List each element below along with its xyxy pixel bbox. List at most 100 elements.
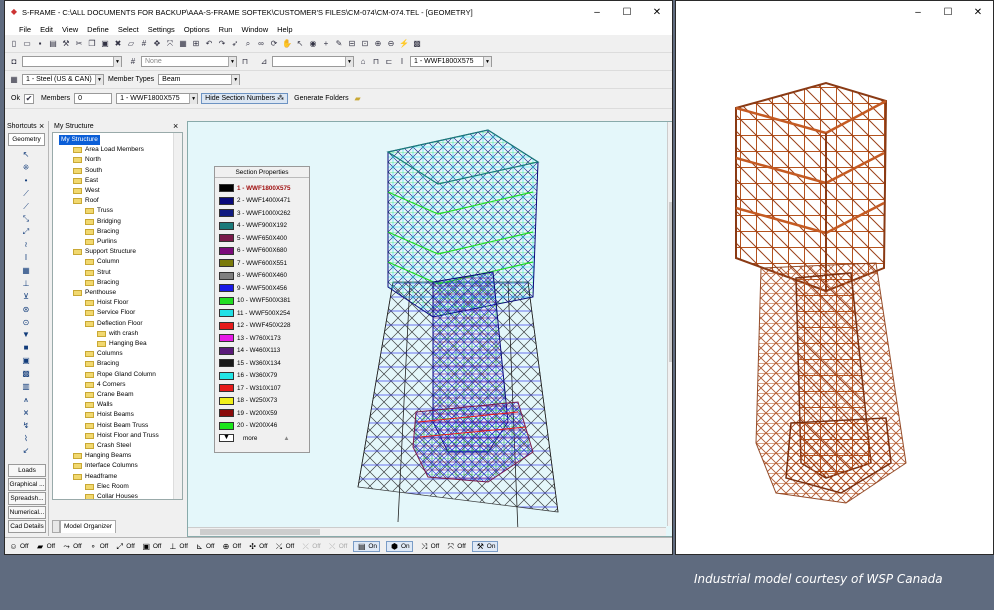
delete-icon[interactable]: ✖ xyxy=(113,39,123,49)
section-legend-item[interactable]: 9 - WWF500X456 xyxy=(219,283,287,293)
menu-window[interactable]: Window xyxy=(241,25,268,34)
geometry-button[interactable]: Geometry xyxy=(8,133,45,146)
tree-folder[interactable]: North xyxy=(73,155,101,165)
analyze-icon[interactable]: ⚡ xyxy=(399,39,409,49)
tree-folder[interactable]: 4 Corners xyxy=(85,380,126,390)
add-node-icon[interactable]: + xyxy=(321,39,331,49)
status-toggle[interactable]: ✣ Off xyxy=(247,542,267,551)
members-field[interactable]: 0 xyxy=(74,93,113,104)
tree-folder[interactable]: Crash Steel xyxy=(85,441,131,451)
zoom-icon[interactable]: ⌕ xyxy=(243,39,253,49)
tree-scrollbar[interactable] xyxy=(173,133,182,499)
node-icon[interactable]: • xyxy=(21,175,31,187)
fixed-support-icon[interactable]: ⊻ xyxy=(21,291,31,303)
cable-icon[interactable]: ⩙ xyxy=(21,407,31,419)
status-toggle[interactable]: ⊕ Off xyxy=(221,542,241,551)
ok-label[interactable]: Ok xyxy=(11,95,20,102)
menu-select[interactable]: Select xyxy=(118,25,139,34)
tree-folder[interactable]: Collar Houses xyxy=(85,492,138,499)
tree-folder[interactable]: Columns xyxy=(85,349,123,359)
mesh-icon[interactable]: ▦ xyxy=(178,39,188,49)
select-nodes-icon[interactable]: ⁜ xyxy=(21,162,31,174)
status-toggle[interactable]: ∘ Off xyxy=(88,542,109,551)
status-toggle[interactable]: ▣ Off xyxy=(141,542,162,551)
shortcut-group-button[interactable]: Cad Details xyxy=(8,520,46,533)
member-type-select[interactable]: Beam ▼ xyxy=(158,74,241,85)
panel-icon[interactable]: ■ xyxy=(21,342,31,354)
menu-edit[interactable]: Edit xyxy=(40,25,53,34)
tree-folder[interactable]: Crane Beam xyxy=(85,390,134,400)
select-icon[interactable]: ➶ xyxy=(230,39,240,49)
rotate-icon[interactable]: ⟳ xyxy=(269,39,279,49)
menu-file[interactable]: File xyxy=(19,25,31,34)
tree-folder[interactable]: Hoist Floor and Truss xyxy=(85,431,159,441)
material-select[interactable]: 1 - Steel (US & CAN) ▼ xyxy=(22,74,104,85)
wall-icon[interactable]: ▥ xyxy=(21,381,31,393)
split-member-icon[interactable]: ⤡ xyxy=(21,213,31,225)
tree-folder[interactable]: Headframe xyxy=(73,472,117,482)
section-legend-item[interactable]: 7 - WWF600X551 xyxy=(219,258,287,268)
scroll-thumb[interactable] xyxy=(200,529,320,535)
section-legend-item[interactable]: 17 - W310X107 xyxy=(219,383,281,393)
pointer-icon[interactable]: ↖ xyxy=(21,149,31,161)
section-legend-item[interactable]: 1 - WWF1800X575 xyxy=(219,183,291,193)
rigid-icon[interactable]: ▼ xyxy=(21,329,31,341)
close-icon[interactable]: ✕ xyxy=(963,7,993,18)
section-assign-icon[interactable]: I xyxy=(21,252,31,264)
section-select[interactable]: 1 - WWF1800X575 ▼ xyxy=(410,56,492,67)
status-toggle[interactable]: ▤ On xyxy=(353,541,380,552)
model-organizer-tab[interactable]: Model Organizer xyxy=(60,520,117,533)
tree-folder[interactable]: Strut xyxy=(85,268,111,278)
tree-folder[interactable]: Roof xyxy=(73,196,99,206)
zoom-out-icon[interactable]: ⊖ xyxy=(386,39,396,49)
more-label[interactable]: more xyxy=(243,435,257,442)
shortcut-group-button[interactable]: Loads xyxy=(8,464,46,477)
tree-folder[interactable]: Elec Room xyxy=(85,482,129,492)
menu-define[interactable]: Define xyxy=(87,25,109,34)
tree-folder[interactable]: Bracing xyxy=(85,227,119,237)
status-toggle[interactable]: ⤳ Off xyxy=(61,542,81,552)
truss-icon[interactable]: ⩚ xyxy=(21,394,31,406)
collapse-up-icon[interactable]: ▲ xyxy=(283,435,289,442)
tree-folder[interactable]: Support Structure xyxy=(73,247,136,257)
status-toggle[interactable]: ⊥ Off xyxy=(167,542,188,551)
support-icon[interactable]: ⊥ xyxy=(21,278,31,290)
camera-icon[interactable]: ◘ xyxy=(9,57,19,67)
status-toggle[interactable]: ⚒ On xyxy=(471,541,499,552)
save-icon[interactable]: ▪ xyxy=(35,39,45,49)
shortcuts-close-icon[interactable]: × xyxy=(39,121,49,132)
tools-icon[interactable]: ⚒ xyxy=(61,39,71,49)
checkmark-icon[interactable]: ✔ xyxy=(23,93,34,104)
eye-icon[interactable]: ◉ xyxy=(308,39,318,49)
tree-folder[interactable]: Hanging Bea xyxy=(97,339,147,349)
tree-folder[interactable]: Deflection Floor xyxy=(85,319,143,329)
section-legend-item[interactable]: 5 - WWF650X400 xyxy=(219,233,287,243)
section-legend-item[interactable]: 15 - W360X134 xyxy=(219,358,281,368)
tree-folder[interactable]: Bridging xyxy=(85,217,121,227)
extrude-icon[interactable]: ⤢ xyxy=(21,226,31,238)
pan-icon[interactable]: ✋ xyxy=(282,39,292,49)
title-bar[interactable]: ◆ S-FRAME - C:\ALL DOCUMENTS FOR BACKUP\… xyxy=(5,1,672,23)
i-section-icon[interactable]: I xyxy=(397,57,407,67)
structure-close-icon[interactable]: × xyxy=(173,121,183,132)
geometry-viewport[interactable]: Section Properties 1 - WWF1800X575 2 - WW… xyxy=(187,121,672,537)
plane-select[interactable]: None ▼ xyxy=(141,56,237,67)
chain-member-icon[interactable]: ⟋ xyxy=(21,201,31,213)
maximize-icon[interactable]: ☐ xyxy=(612,7,642,18)
section-legend-item[interactable]: 11 - WWF500X254 xyxy=(219,308,290,318)
mirror-icon[interactable]: ⤧ xyxy=(165,39,175,49)
menu-view[interactable]: View xyxy=(62,25,78,34)
pin-icon[interactable]: ⊙ xyxy=(21,317,31,329)
print-icon[interactable]: ▤ xyxy=(48,39,58,49)
menu-run[interactable]: Run xyxy=(219,25,233,34)
grid-icon[interactable]: # xyxy=(139,39,149,49)
expand-down-icon[interactable]: ▼ xyxy=(219,434,234,442)
close-icon[interactable]: ✕ xyxy=(642,7,672,18)
generate-folders-label[interactable]: Generate Folders xyxy=(294,95,348,102)
zoom-window-icon[interactable]: ⊡ xyxy=(360,39,370,49)
pen-icon[interactable]: ✎ xyxy=(334,39,344,49)
paste-icon[interactable]: ▣ xyxy=(100,39,110,49)
status-toggle[interactable]: ⤯ Off xyxy=(274,542,294,552)
menu-options[interactable]: Options xyxy=(184,25,210,34)
section-legend-item[interactable]: 18 - W250X73 xyxy=(219,396,277,406)
